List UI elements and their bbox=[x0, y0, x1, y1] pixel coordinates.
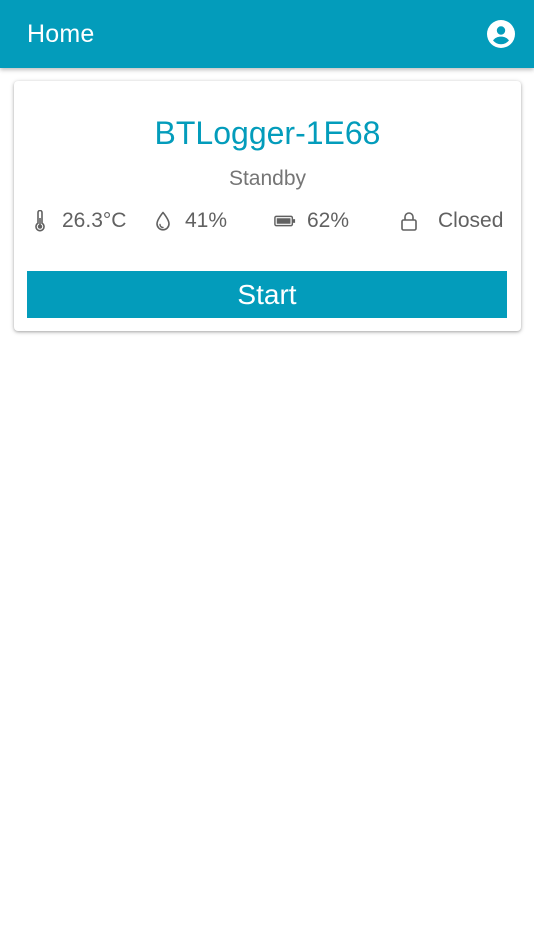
water-drop-icon bbox=[152, 208, 174, 234]
device-name: BTLogger-1E68 bbox=[154, 115, 381, 151]
device-card: BTLogger-1E68 Standby 26.3°C 41% 62% Clo… bbox=[14, 81, 521, 331]
page-title: Home bbox=[27, 19, 95, 48]
battery-icon bbox=[274, 208, 296, 234]
temperature-value: 26.3°C bbox=[62, 209, 127, 232]
battery-reading: 62% bbox=[274, 206, 349, 236]
account-button[interactable] bbox=[486, 19, 516, 49]
account-circle-icon bbox=[487, 20, 515, 48]
app-bar: Home bbox=[0, 0, 534, 68]
device-status: Standby bbox=[228, 167, 307, 190]
lock-icon bbox=[398, 208, 420, 234]
device-readings: 26.3°C 41% 62% Closed bbox=[14, 206, 521, 236]
lock-value: Closed bbox=[438, 209, 504, 232]
humidity-value: 41% bbox=[185, 209, 228, 232]
lock-reading: Closed bbox=[398, 206, 503, 236]
temperature-reading: 26.3°C bbox=[29, 206, 126, 236]
battery-value: 62% bbox=[307, 209, 350, 232]
start-button[interactable]: Start bbox=[27, 271, 507, 318]
humidity-reading: 41% bbox=[152, 206, 227, 236]
thermometer-icon bbox=[29, 208, 51, 234]
